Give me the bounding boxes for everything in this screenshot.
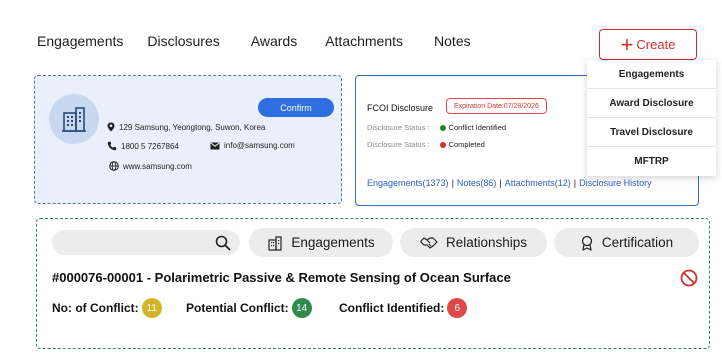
address-line: 129 Samsung, Yeongtong, Suwon, Korea: [107, 122, 265, 132]
email-line: info@samsung.com: [210, 141, 295, 150]
link-notes[interactable]: Notes(86): [457, 178, 497, 188]
create-button[interactable]: + Create: [599, 29, 697, 60]
tab-awards[interactable]: Awards: [251, 33, 297, 49]
conflict-count-badge: 14: [291, 298, 312, 318]
status-value: Completed: [448, 140, 485, 149]
status-dot-green: [439, 124, 446, 131]
conflict-identified: Conflict Identified: 6: [339, 298, 468, 318]
top-tabs: Engagements Disclosures Awards Attachmen…: [37, 33, 471, 49]
mail-icon: [210, 142, 220, 149]
company-avatar: [49, 94, 99, 144]
link-separator: |: [573, 178, 577, 188]
expiration-badge: Expiration Date:07/28/2026: [446, 98, 547, 114]
link-separator: |: [451, 178, 454, 188]
conflict-label: Conflict Identified:: [339, 301, 445, 315]
no-of-conflict: No: of Conflict: 11: [52, 298, 162, 318]
conflict-count-badge: 6: [447, 298, 468, 318]
link-attachments[interactable]: Attachments(12): [505, 178, 571, 188]
building-icon: [62, 107, 86, 132]
website-line: www.samsung.com: [109, 161, 192, 171]
link-engagements[interactable]: Engagements(1373): [367, 178, 449, 188]
disclosure-status-row: Disclosure Status : Completed: [367, 140, 485, 149]
status-value: Conflict Identified: [448, 123, 507, 132]
create-dropdown-menu: Engagements Award Disclosure Travel Disc…: [587, 60, 716, 176]
conflict-label: No: of Conflict:: [52, 301, 139, 315]
engagements-button[interactable]: Engagements: [249, 228, 393, 257]
search-icon[interactable]: [215, 235, 231, 251]
project-panel: Engagements Relationships Certification …: [36, 218, 710, 349]
disclosure-status-row: Disclosure Status : Conflict Identified: [367, 123, 506, 132]
globe-icon: [109, 161, 119, 171]
status-dot-red: [439, 141, 446, 148]
menu-item-travel-disclosure[interactable]: Travel Disclosure: [587, 118, 716, 147]
link-disclosure-history[interactable]: Disclosure History: [579, 178, 652, 188]
search-input[interactable]: [52, 230, 202, 255]
location-pin-icon: [107, 122, 115, 132]
tab-attachments[interactable]: Attachments: [325, 33, 403, 49]
certification-button-label: Certification: [601, 235, 674, 250]
tab-engagements[interactable]: Engagements: [37, 33, 123, 49]
handshake-icon: [420, 236, 438, 249]
ribbon-icon: [581, 235, 593, 251]
email-text: info@samsung.com: [224, 141, 295, 150]
potential-conflict: Potential Conflict: 14: [186, 298, 312, 318]
status-label: Disclosure Status :: [367, 140, 430, 149]
ban-icon[interactable]: [680, 269, 698, 287]
company-card: Confirm 129 Samsung, Yeongtong, Suwon, K…: [34, 75, 342, 204]
conflict-count-badge: 11: [141, 298, 162, 318]
engagements-button-label: Engagements: [291, 235, 375, 250]
create-button-label: Create: [636, 37, 676, 52]
conflict-label: Potential Conflict:: [186, 301, 289, 315]
menu-item-engagements[interactable]: Engagements: [587, 60, 716, 89]
status-label: Disclosure Status :: [367, 123, 430, 132]
certification-button[interactable]: Certification: [554, 228, 699, 257]
website-link[interactable]: www.samsung.com: [123, 162, 192, 171]
project-title[interactable]: #000076-00001 - Polarimetric Passive & R…: [52, 270, 511, 285]
building-icon: [268, 235, 282, 251]
menu-item-mftrp[interactable]: MFTRP: [587, 147, 716, 176]
search-box: [52, 230, 240, 255]
phone-icon: [107, 141, 117, 151]
relationships-button[interactable]: Relationships: [400, 228, 547, 257]
fcoi-title: FCOI Disclosure: [367, 103, 434, 113]
menu-item-award-disclosure[interactable]: Award Disclosure: [587, 89, 716, 118]
phone-text: 1800 5 7267864: [121, 141, 179, 151]
fcoi-links: Engagements(1373) | Notes(86) | Attachme…: [367, 178, 652, 188]
confirm-button[interactable]: Confirm: [258, 98, 334, 117]
phone-line: 1800 5 7267864: [107, 141, 179, 151]
tab-notes[interactable]: Notes: [434, 33, 471, 49]
relationships-button-label: Relationships: [445, 235, 528, 250]
plus-icon: +: [620, 31, 634, 57]
link-separator: |: [499, 178, 502, 188]
tab-disclosures[interactable]: Disclosures: [147, 33, 219, 49]
address-text: 129 Samsung, Yeongtong, Suwon, Korea: [119, 122, 266, 132]
